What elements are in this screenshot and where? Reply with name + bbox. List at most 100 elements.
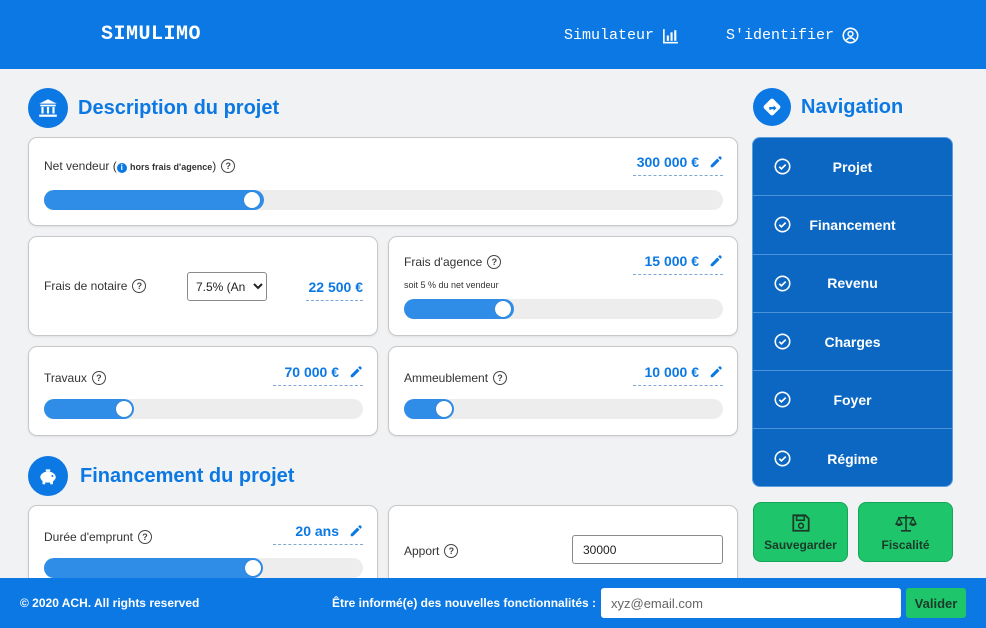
net-vendeur-label: Net vendeur (i hors frais d'agence) ? xyxy=(44,159,236,173)
newsletter-label: Être informé(e) des nouvelles fonctionna… xyxy=(332,596,597,610)
nav-item-projet[interactable]: Projet xyxy=(753,138,952,197)
net-vendeur-card: Net vendeur (i hors frais d'agence) ? 30… xyxy=(28,137,738,226)
copyright-text: © 2020 ACH. All rights reserved xyxy=(20,596,200,610)
notaire-rate-select[interactable]: 7.5% (Anc xyxy=(187,272,267,301)
ameublement-value[interactable]: 10 000 € xyxy=(633,364,723,386)
net-vendeur-text: Net vendeur ( xyxy=(44,159,117,173)
check-circle-icon xyxy=(774,333,791,350)
newsletter-email-input[interactable] xyxy=(601,588,901,618)
apport-text: Apport xyxy=(404,544,440,558)
frais-agence-card: Frais d'agence ? 15 000 € soit 5 % du ne… xyxy=(388,236,738,336)
pencil-icon[interactable] xyxy=(709,254,723,268)
ameublement-label: Ammeublement ? xyxy=(404,371,508,385)
check-circle-icon xyxy=(774,391,791,408)
save-label: Sauvegarder xyxy=(764,538,837,552)
bank-icon xyxy=(28,88,68,128)
newsletter-submit-button[interactable]: Valider xyxy=(906,588,966,618)
travaux-text: Travaux xyxy=(44,371,87,385)
slider-handle[interactable] xyxy=(244,192,260,208)
frais-agence-subnote: soit 5 % du net vendeur xyxy=(404,280,499,290)
brand-logo[interactable]: SIMULIMO xyxy=(101,23,201,46)
net-vendeur-slider[interactable] xyxy=(44,190,723,210)
balance-scale-icon xyxy=(894,515,917,532)
slider-handle[interactable] xyxy=(495,301,511,317)
frais-notaire-label: Frais de notaire ? xyxy=(44,279,147,293)
login-label: S'identifier xyxy=(726,27,835,44)
slider-fill xyxy=(44,558,263,578)
net-vendeur-amount: 300 000 € xyxy=(636,154,699,170)
frais-notaire-text: Frais de notaire xyxy=(44,279,128,293)
apport-label: Apport ? xyxy=(404,544,459,558)
frais-agence-label: Frais d'agence ? xyxy=(404,255,502,269)
slider-fill xyxy=(44,190,264,210)
pencil-icon[interactable] xyxy=(349,524,363,538)
financement-section-title: Financement du projet xyxy=(28,456,294,496)
piggy-bank-icon xyxy=(28,456,68,496)
fiscalite-button[interactable]: Fiscalité xyxy=(858,502,953,562)
nav-item-charges[interactable]: Charges xyxy=(753,313,952,372)
frais-agence-slider[interactable] xyxy=(404,299,723,319)
navigation-section-title: Navigation xyxy=(753,88,903,126)
nav-item-regime[interactable]: Régime xyxy=(753,429,952,486)
check-circle-icon xyxy=(774,275,791,292)
top-bar: SIMULIMO Simulateur S'identifier xyxy=(0,0,986,69)
financement-title: Financement du projet xyxy=(80,464,295,487)
net-vendeur-value[interactable]: 300 000 € xyxy=(633,154,723,176)
slider-handle[interactable] xyxy=(245,560,261,576)
help-icon[interactable]: ? xyxy=(132,279,147,293)
duree-amount: 20 ans xyxy=(295,523,339,539)
duree-label: Durée d'emprunt ? xyxy=(44,530,153,544)
ameublement-slider[interactable] xyxy=(404,399,723,419)
check-circle-icon xyxy=(774,158,791,175)
help-icon[interactable]: ? xyxy=(493,371,508,385)
travaux-slider[interactable] xyxy=(44,399,363,419)
simulateur-label: Simulateur xyxy=(564,27,655,44)
travaux-amount: 70 000 € xyxy=(284,364,340,380)
check-circle-icon xyxy=(774,450,791,467)
bar-chart-icon xyxy=(663,29,678,44)
navigation-title: Navigation xyxy=(801,95,904,118)
footer: © 2020 ACH. All rights reserved Être inf… xyxy=(0,578,986,628)
frais-agence-text: Frais d'agence xyxy=(404,255,483,269)
floppy-disk-icon xyxy=(791,514,810,532)
help-icon[interactable]: ? xyxy=(91,371,106,385)
travaux-value[interactable]: 70 000 € xyxy=(273,364,363,386)
projet-title: Description du projet xyxy=(78,96,280,119)
save-button[interactable]: Sauvegarder xyxy=(753,502,848,562)
fiscalite-label: Fiscalité xyxy=(881,538,930,552)
navigation-panel: Projet Financement Revenu Charges Foyer … xyxy=(752,137,953,487)
help-icon[interactable]: ? xyxy=(444,544,459,558)
projet-section-title: Description du projet xyxy=(28,88,279,128)
frais-agence-amount: 15 000 € xyxy=(644,253,700,269)
slider-handle[interactable] xyxy=(116,401,132,417)
pencil-icon[interactable] xyxy=(709,155,723,169)
net-vendeur-note-close: ) xyxy=(212,159,217,173)
info-icon: i xyxy=(116,162,127,173)
duree-value[interactable]: 20 ans xyxy=(273,523,363,545)
frais-agence-value[interactable]: 15 000 € xyxy=(633,253,723,275)
directions-icon xyxy=(753,88,791,126)
duree-text: Durée d'emprunt xyxy=(44,530,134,544)
travaux-card: Travaux ? 70 000 € xyxy=(28,346,378,436)
pencil-icon[interactable] xyxy=(349,365,363,379)
frais-notaire-amount: 22 500 € xyxy=(308,279,364,295)
help-icon[interactable]: ? xyxy=(487,255,502,269)
apport-input[interactable] xyxy=(572,535,723,564)
slider-handle[interactable] xyxy=(436,401,452,417)
simulateur-link[interactable]: Simulateur xyxy=(564,27,679,44)
pencil-icon[interactable] xyxy=(709,365,723,379)
login-link[interactable]: S'identifier xyxy=(726,27,859,44)
check-circle-icon xyxy=(774,216,791,233)
ameublement-amount: 10 000 € xyxy=(644,364,700,380)
nav-item-foyer[interactable]: Foyer xyxy=(753,371,952,430)
net-vendeur-note: hors frais d'agence xyxy=(130,162,213,172)
ameublement-card: Ammeublement ? 10 000 € xyxy=(388,346,738,436)
help-icon[interactable]: ? xyxy=(138,530,153,544)
duree-slider[interactable] xyxy=(44,558,363,578)
ameublement-text: Ammeublement xyxy=(404,371,489,385)
nav-item-financement[interactable]: Financement xyxy=(753,196,952,255)
frais-notaire-card: Frais de notaire ? 7.5% (Anc 22 500 € xyxy=(28,236,378,336)
nav-item-revenu[interactable]: Revenu xyxy=(753,255,952,313)
user-circle-icon xyxy=(842,27,859,44)
help-icon[interactable]: ? xyxy=(221,159,236,173)
